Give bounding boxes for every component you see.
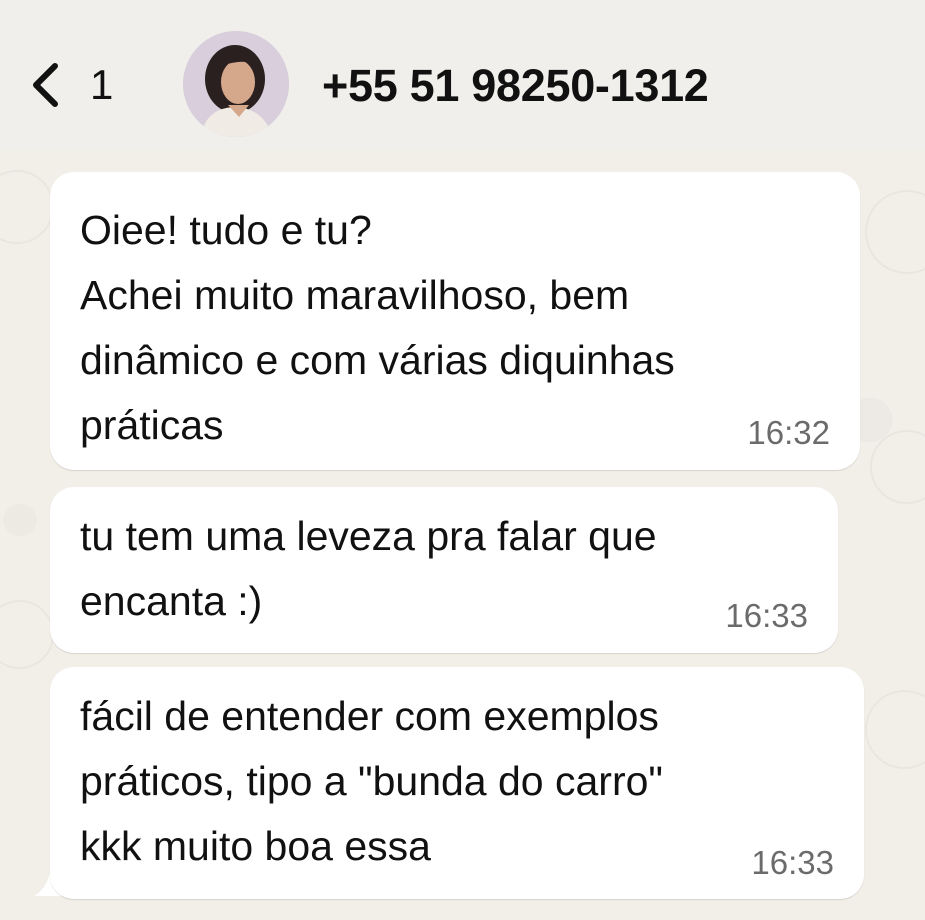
contact-name[interactable]: +55 51 98250-1312 — [322, 58, 709, 114]
message-text: Oiee! tudo e tu? Achei muito maravilhoso… — [80, 207, 675, 448]
message-timestamp: 16:32 — [747, 414, 830, 451]
wallpaper-doodle — [865, 190, 925, 274]
contact-avatar[interactable] — [183, 31, 289, 137]
wallpaper-doodle — [0, 600, 54, 669]
message-timestamp: 16:33 — [725, 597, 808, 634]
message-timestamp: 16:33 — [751, 844, 834, 881]
message-text: fácil de entender com exemplos práticos,… — [80, 693, 663, 869]
wallpaper-doodle — [865, 690, 925, 769]
message-bubble[interactable]: Oiee! tudo e tu? Achei muito maravilhoso… — [50, 172, 860, 470]
back-button[interactable]: 1 — [28, 57, 118, 113]
message-bubble[interactable]: fácil de entender com exemplos práticos,… — [50, 667, 864, 899]
wallpaper-doodle — [870, 430, 925, 504]
message-bubble[interactable]: tu tem uma leveza pra falar que encanta … — [50, 487, 838, 653]
chevron-left-icon — [33, 63, 58, 107]
wallpaper-doodle — [0, 170, 54, 244]
unread-count: 1 — [90, 61, 114, 108]
chat-header: 1 +55 51 98250-1312 — [0, 0, 925, 150]
message-text: tu tem uma leveza pra falar que encanta … — [80, 513, 657, 624]
avatar-photo-icon — [183, 31, 289, 137]
